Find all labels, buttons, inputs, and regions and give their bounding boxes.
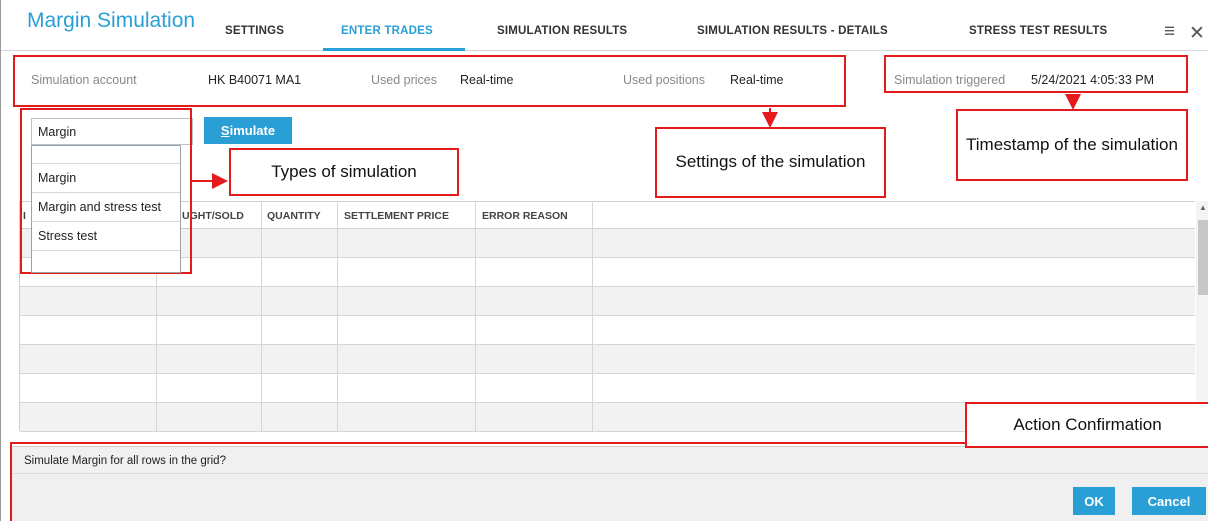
annotation-arrows xyxy=(192,94,1081,189)
